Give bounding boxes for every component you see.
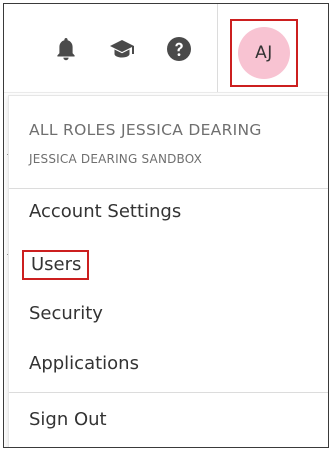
top-bar: AJ	[4, 4, 328, 93]
bell-icon[interactable]	[53, 36, 79, 62]
screenshot-frame: AJ ALL ROLES JESSICA DEARING JESSICA DEA…	[3, 3, 329, 448]
menu-item-users[interactable]: Users	[22, 250, 90, 280]
menu-item-security[interactable]: Security	[29, 303, 103, 324]
avatar-initials: AJ	[255, 43, 273, 63]
menu-header: ALL ROLES JESSICA DEARING JESSICA DEARIN…	[9, 96, 328, 186]
account-label: JESSICA DEARING SANDBOX	[29, 152, 203, 166]
menu-item-applications[interactable]: Applications	[29, 353, 139, 374]
avatar-highlight[interactable]: AJ	[230, 19, 298, 87]
role-label: ALL ROLES JESSICA DEARING	[29, 121, 262, 139]
sign-out-button[interactable]: Sign Out	[29, 409, 107, 430]
topbar-underline	[4, 92, 328, 93]
user-dropdown-menu: ALL ROLES JESSICA DEARING JESSICA DEARIN…	[8, 95, 328, 447]
menu-item-account-settings[interactable]: Account Settings	[29, 201, 181, 222]
divider	[9, 188, 328, 189]
divider	[9, 392, 328, 393]
topbar-divider	[217, 4, 218, 92]
help-icon[interactable]	[166, 36, 192, 62]
avatar[interactable]: AJ	[238, 27, 290, 79]
graduation-cap-icon[interactable]	[109, 36, 135, 62]
